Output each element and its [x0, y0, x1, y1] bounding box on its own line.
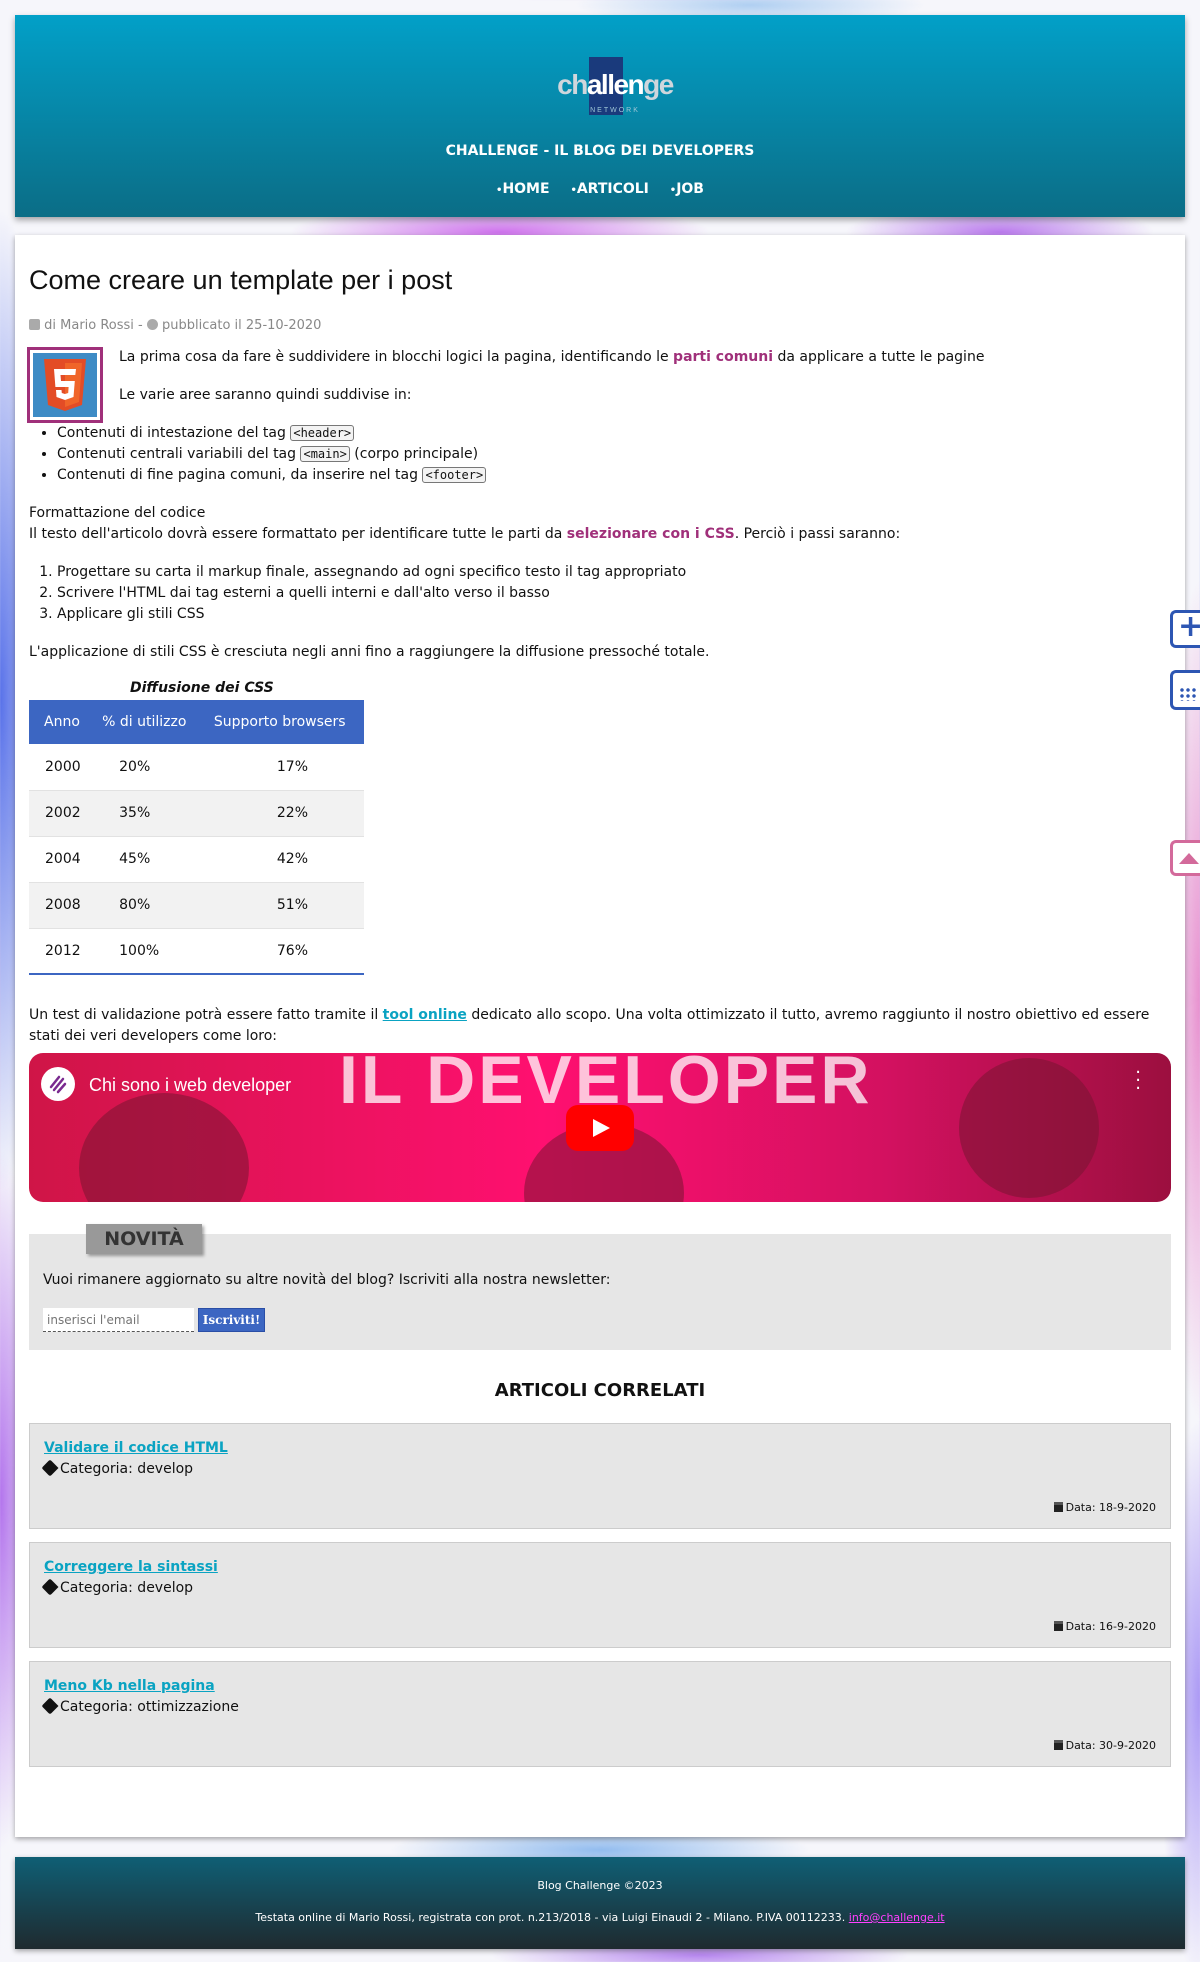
- scroll-top-icon[interactable]: [1170, 840, 1200, 876]
- list-item: Contenuti centrali variabili del tag <ma…: [57, 444, 1171, 465]
- footer-legal: Testata online di Mario Rossi, registrat…: [255, 1911, 945, 1924]
- html5-logo: [27, 347, 103, 423]
- steps-list: Progettare su carta il markup finale, as…: [57, 562, 1171, 625]
- email-input[interactable]: [43, 1308, 194, 1332]
- post-author: di Mario Rossi -: [44, 318, 143, 333]
- related-link[interactable]: Correggere la sintassi: [44, 1559, 218, 1575]
- format-section: Formattazione del codice Il testo dell'a…: [29, 503, 1171, 545]
- play-button[interactable]: [566, 1105, 634, 1151]
- site-title: CHALLENGE - IL BLOG DEI DEVELOPERS: [445, 143, 755, 159]
- areas-list: Contenuti di intestazione del tag <heade…: [57, 423, 1171, 486]
- table-header: % di utilizzo: [87, 700, 199, 744]
- video-title[interactable]: Chi sono i web developer: [89, 1075, 291, 1096]
- related-category: Categoria: develop: [41, 1578, 193, 1596]
- related-date: Data: 18-9-2020: [1053, 1501, 1156, 1514]
- logo-wordmark: challenge: [557, 69, 674, 100]
- intro-paragraph: La prima cosa da fare è suddividere in b…: [119, 349, 985, 365]
- code-main: <main>: [300, 446, 350, 462]
- list-item: Progettare su carta il markup finale, as…: [57, 562, 1171, 583]
- subscribe-button[interactable]: Iscriviti!: [198, 1308, 265, 1332]
- related-category: Categoria: ottimizzazione: [41, 1697, 239, 1715]
- nav-home[interactable]: HOME: [496, 181, 550, 197]
- css-diffusion-table: Anno % di utilizzo Supporto browsers 200…: [29, 700, 364, 975]
- related-link[interactable]: Validare il codice HTML: [44, 1440, 228, 1456]
- calendar-side-icon[interactable]: [1170, 670, 1200, 710]
- code-footer: <footer>: [422, 467, 487, 483]
- main-content: Come creare un template per i post di Ma…: [15, 235, 1185, 1837]
- table-header: Supporto browsers: [198, 700, 364, 744]
- nav-job[interactable]: JOB: [670, 181, 704, 197]
- table-row: 2000 20% 17%: [29, 744, 364, 791]
- table-row: 2008 80% 51%: [29, 882, 364, 929]
- post-date: pubblicato il 25-10-2020: [162, 318, 322, 333]
- channel-avatar-icon[interactable]: [41, 1067, 75, 1101]
- list-item: Contenuti di fine pagina comuni, da inse…: [57, 465, 1171, 486]
- highlight-parti-comuni: parti comuni: [673, 349, 774, 365]
- newsletter-tab: NOVITÀ: [86, 1224, 202, 1254]
- areas-intro: Le varie aree saranno quindi suddivise i…: [119, 387, 412, 403]
- related-card: Validare il codice HTML Categoria: devel…: [29, 1423, 1171, 1529]
- format-title: Formattazione del codice: [29, 505, 206, 521]
- post-intro: La prima cosa da fare è suddividere in b…: [27, 347, 1171, 425]
- validation-paragraph: Un test di validazione potrà essere fatt…: [29, 1007, 1150, 1044]
- highlight-css: selezionare con i CSS: [566, 526, 735, 542]
- related-date: Data: 16-9-2020: [1053, 1620, 1156, 1633]
- nav-articoli[interactable]: ARTICOLI: [570, 181, 648, 197]
- more-options-icon[interactable]: · · ·: [1135, 1064, 1141, 1098]
- tool-online-link[interactable]: tool online: [383, 1007, 467, 1023]
- video-thumbnail-face: [959, 1058, 1099, 1198]
- calendar-icon: [1053, 1502, 1063, 1512]
- table-header: Anno: [29, 700, 88, 744]
- table-caption: Diffusione dei CSS: [130, 680, 274, 696]
- list-item: Contenuti di intestazione del tag <heade…: [57, 423, 1171, 444]
- related-date: Data: 30-9-2020: [1053, 1739, 1156, 1752]
- add-plus-icon[interactable]: [1170, 609, 1200, 648]
- main-nav: HOME ARTICOLI JOB: [15, 181, 1185, 197]
- site-logo[interactable]: challenge NETWORK: [553, 57, 677, 119]
- footer-copyright: Blog Challenge ©2023: [537, 1879, 663, 1892]
- related-category: Categoria: develop: [41, 1459, 193, 1477]
- list-item: Scrivere l'HTML dai tag esterni a quelli…: [57, 583, 1171, 604]
- newsletter-box: NOVITÀ Vuoi rimanere aggiornato su altre…: [29, 1224, 1171, 1350]
- html5-icon: [33, 353, 97, 417]
- footer-email-link[interactable]: info@challenge.it: [849, 1911, 945, 1924]
- table-row: 2004 45% 42%: [29, 836, 364, 883]
- newsletter-text: Vuoi rimanere aggiornato su altre novità…: [43, 1272, 611, 1288]
- related-card: Correggere la sintassi Categoria: develo…: [29, 1542, 1171, 1648]
- post-title: Come creare un template per i post: [29, 265, 453, 295]
- related-title: ARTICOLI CORRELATI: [494, 1380, 706, 1401]
- format-paragraph: Il testo dell'articolo dovrà essere form…: [29, 526, 901, 542]
- site-header: challenge NETWORK CHALLENGE - IL BLOG DE…: [15, 15, 1185, 217]
- edit-icon: [29, 319, 40, 330]
- calendar-grid: [1179, 687, 1197, 701]
- related-link[interactable]: Meno Kb nella pagina: [44, 1678, 215, 1694]
- list-item: Applicare gli stili CSS: [57, 604, 1171, 625]
- calendar-icon: [1053, 1740, 1063, 1750]
- table-row: 2012 100% 76%: [29, 928, 364, 975]
- css-growth-paragraph: L'applicazione di stili CSS è cresciuta …: [29, 644, 710, 660]
- css-table-wrap: Diffusione dei CSS Anno % di utilizzo Su…: [29, 680, 1171, 975]
- tag-icon: [41, 1697, 59, 1715]
- tag-icon: [41, 1578, 59, 1596]
- table-row: 2002 35% 22%: [29, 790, 364, 837]
- clock-icon: [146, 319, 158, 330]
- logo-subtitle: NETWORK: [590, 107, 640, 114]
- post-meta: di Mario Rossi - pubblicato il 25-10-202…: [29, 318, 1171, 333]
- related-card: Meno Kb nella pagina Categoria: ottimizz…: [29, 1661, 1171, 1767]
- calendar-icon: [1053, 1621, 1063, 1631]
- tag-icon: [41, 1459, 59, 1477]
- video-thumbnail-face: [79, 1093, 249, 1202]
- youtube-video-embed[interactable]: IL DEVELOPER Chi sono i web developer · ·…: [29, 1053, 1171, 1202]
- code-header: <header>: [290, 425, 355, 441]
- site-footer: Blog Challenge ©2023 Testata online di M…: [15, 1857, 1185, 1949]
